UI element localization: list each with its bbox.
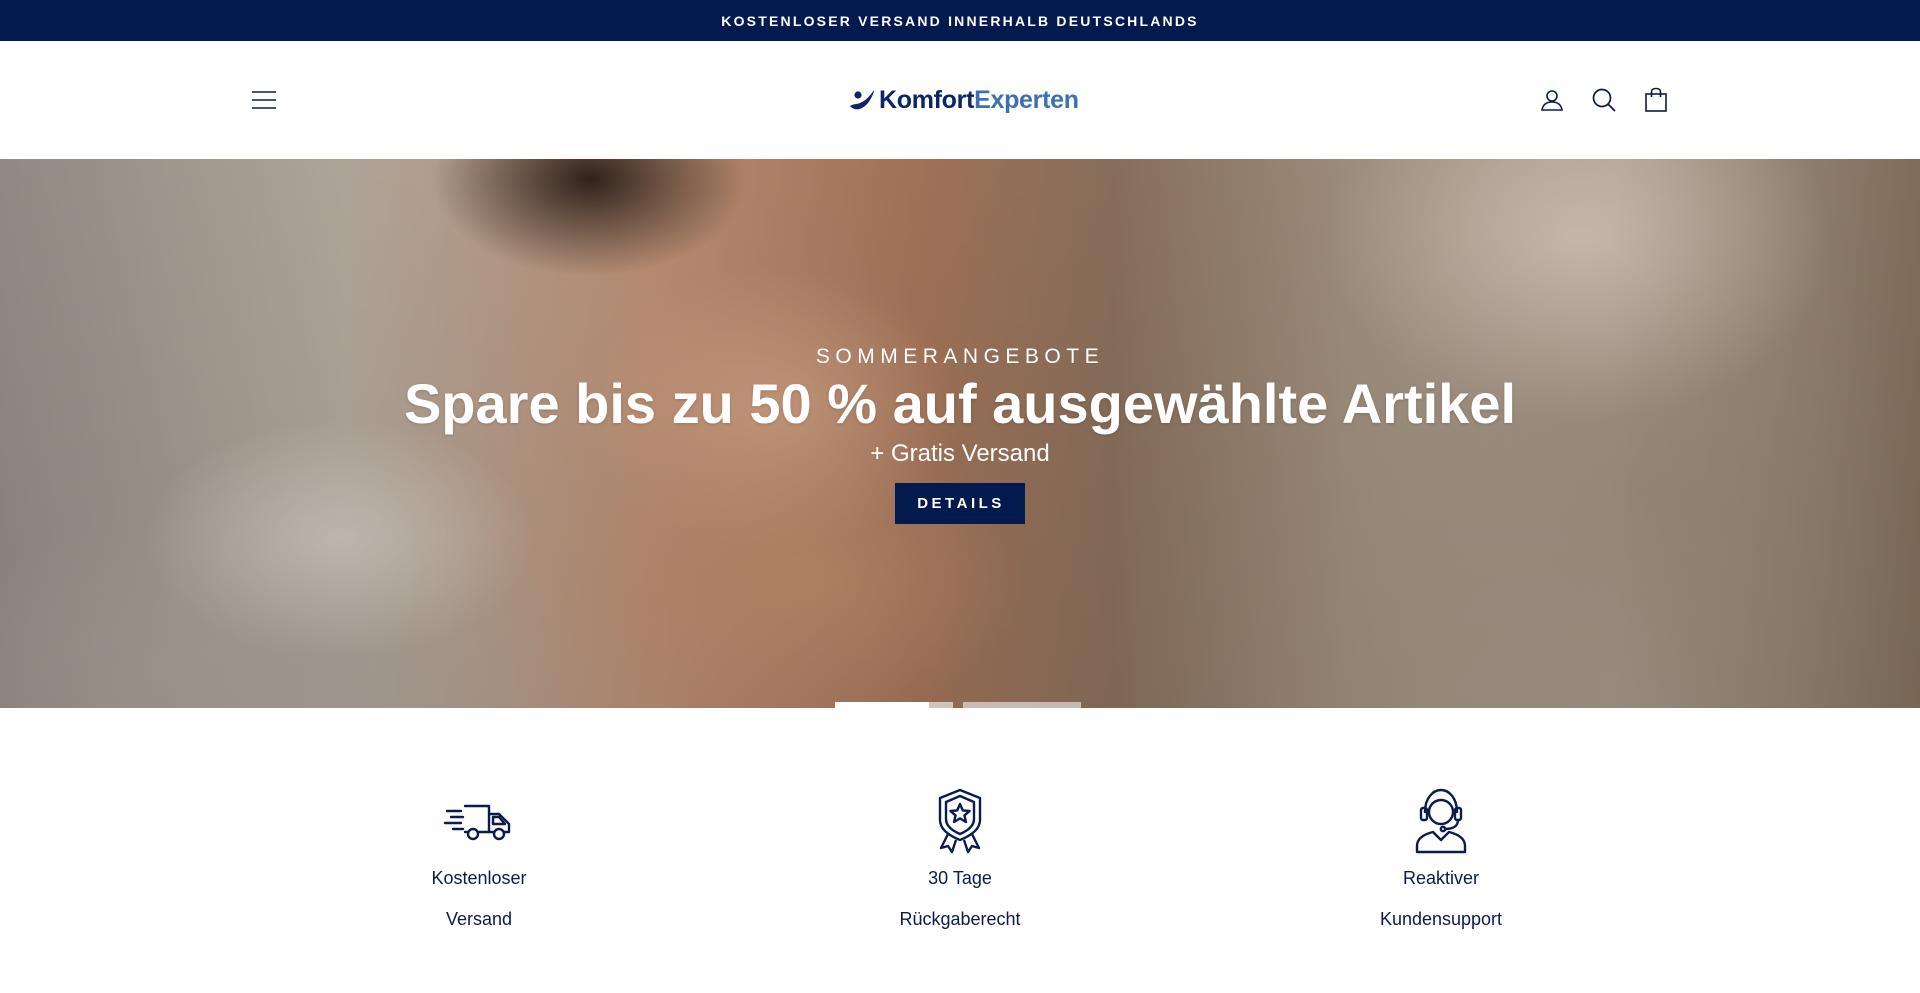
slide-progress-fill [835, 702, 930, 708]
feature-title-line-2: Kundensupport [1379, 909, 1503, 929]
hero-eyebrow: SOMMERANGEBOTE [815, 345, 1105, 368]
hamburger-menu-icon[interactable] [248, 86, 280, 114]
account-icon[interactable] [1538, 86, 1566, 114]
award-badge-icon [938, 788, 982, 854]
site-logo[interactable]: KomfortExperten [846, 83, 1079, 117]
announcement-text: KOSTENLOSER VERSAND INNERHALB DEUTSCHLAN… [721, 12, 1199, 29]
customer-support-headset-icon [1415, 788, 1467, 854]
logo-text-komfort: Komfort [879, 85, 975, 114]
slideshow-pagination [835, 702, 1081, 708]
search-icon[interactable] [1590, 86, 1618, 114]
feature-title-line-1: Kostenloser [431, 868, 527, 888]
site-header: KomfortExperten [0, 41, 1920, 159]
slide-dot-2[interactable] [963, 702, 1081, 708]
feature-title-line-2: Rückgaberecht [899, 909, 1021, 929]
feature-title-line-1: Reaktiver [1402, 868, 1480, 888]
hero-subtitle: + Gratis Versand [870, 440, 1050, 467]
slide-dot-1[interactable] [835, 702, 953, 708]
announcement-bar: KOSTENLOSER VERSAND INNERHALB DEUTSCHLAN… [0, 0, 1920, 41]
hero-content: SOMMERANGEBOTE Spare bis zu 50 % auf aus… [0, 344, 1920, 524]
logo-text: KomfortExperten [879, 86, 1079, 115]
delivery-truck-icon [443, 804, 511, 841]
feature-customer-support: Reaktiver Kundensupport [1331, 784, 1551, 931]
details-button[interactable]: DETAILS [895, 483, 1025, 524]
feature-title-line-2: Versand [445, 909, 513, 929]
feature-title-line-1: 30 Tage [928, 868, 992, 888]
feature-return-policy: 30 Tage Rückgaberecht [850, 784, 1070, 931]
logo-mark-icon [850, 90, 874, 110]
cart-icon[interactable] [1642, 86, 1670, 114]
logo-text-experten: Experten [974, 85, 1079, 114]
hero-banner[interactable]: SOMMERANGEBOTE Spare bis zu 50 % auf aus… [0, 159, 1920, 708]
feature-free-shipping: Kostenloser Versand [369, 784, 589, 931]
hero-title: Spare bis zu 50 % auf ausgewählte Artike… [403, 372, 1517, 435]
